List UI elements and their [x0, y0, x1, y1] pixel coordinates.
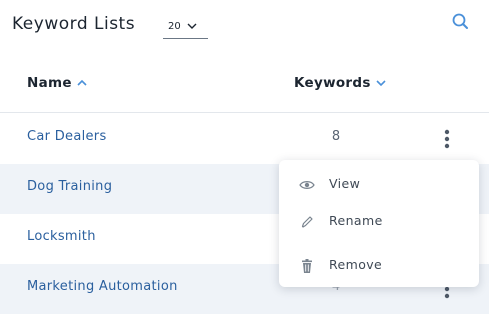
per-page-select[interactable]: 20 [163, 20, 208, 39]
keyword-count: 8 [331, 129, 341, 144]
pencil-icon [299, 214, 315, 230]
column-header-keywords[interactable]: Keywords [294, 75, 386, 91]
menu-item-view[interactable]: View [279, 170, 479, 200]
list-name-link[interactable]: Dog Training [27, 179, 112, 194]
table-header: Name Keywords [0, 60, 489, 113]
row-actions-menu: View Rename Remove [279, 160, 479, 287]
list-name-link[interactable]: Car Dealers [27, 129, 107, 144]
list-name-link[interactable]: Locksmith [27, 229, 96, 244]
sort-down-icon [376, 80, 386, 87]
menu-item-label: View [329, 176, 361, 191]
search-button[interactable] [450, 11, 472, 33]
sort-up-icon [77, 79, 87, 86]
menu-item-label: Remove [329, 257, 383, 272]
eye-icon [299, 177, 315, 193]
row-actions-button[interactable] [437, 127, 457, 151]
column-header-label: Keywords [294, 75, 371, 91]
menu-item-rename[interactable]: Rename [279, 207, 479, 237]
menu-item-label: Rename [329, 213, 383, 228]
chevron-down-icon [187, 22, 197, 33]
page-title: Keyword Lists [12, 14, 136, 34]
list-name-link[interactable]: Marketing Automation [27, 279, 178, 294]
column-header-label: Name [27, 75, 72, 91]
kebab-icon [444, 129, 450, 149]
table-row[interactable]: Car Dealers 8 [0, 114, 489, 164]
menu-item-remove[interactable]: Remove [279, 251, 479, 281]
per-page-value: 20 [168, 21, 181, 32]
trash-icon [299, 258, 315, 274]
search-icon [450, 13, 472, 37]
column-header-name[interactable]: Name [27, 75, 87, 91]
